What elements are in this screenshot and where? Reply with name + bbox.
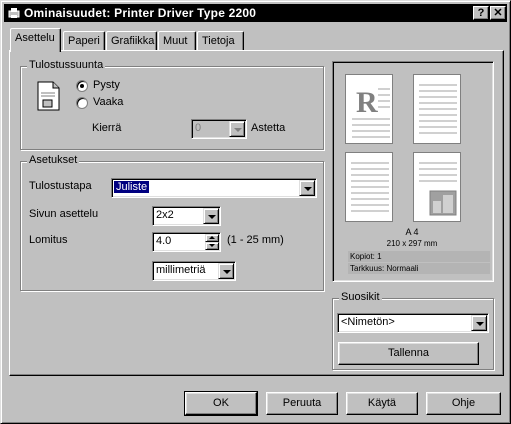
portrait-radio[interactable] — [76, 80, 88, 92]
tab-paperi[interactable]: Paperi — [63, 31, 105, 51]
portrait-page-icon — [37, 81, 60, 111]
landscape-label: Vaaka — [93, 96, 124, 108]
page-layout-select[interactable]: 2x2 — [152, 206, 221, 226]
overlap-spin-down[interactable] — [205, 242, 219, 250]
page-layout-dropdown-button[interactable] — [203, 208, 219, 224]
page-layout-label: Sivun asettelu — [29, 208, 99, 220]
chevron-down-icon — [208, 215, 216, 219]
favorites-select[interactable]: <Nimetön> — [337, 313, 489, 333]
favorites-value: <Nimetön> — [341, 316, 395, 328]
save-favorite-button[interactable]: Tallenna — [338, 342, 479, 365]
chevron-up-icon — [209, 236, 215, 239]
print-method-value: Juliste — [114, 181, 150, 193]
group-label: Tulostussuunta — [27, 59, 106, 71]
cancel-button[interactable]: Peruuta — [266, 392, 338, 415]
tab-tietoja[interactable]: Tietoja — [197, 31, 244, 51]
page-lines-icon — [419, 84, 457, 134]
print-method-label: Tulostustapa — [29, 180, 92, 192]
rotate-dropdown-button[interactable] — [229, 121, 245, 137]
tab-panel-asettelu: Tulostussuunta Pysty Vaaka Kierrä 0 Aste… — [9, 50, 504, 376]
overlap-value: 4.0 — [156, 235, 172, 247]
portrait-label: Pysty — [93, 79, 120, 91]
window-title: Ominaisuudet: Printer Driver Type 2200 — [24, 6, 257, 20]
tab-label: Asettelu — [15, 32, 55, 44]
help-title-button[interactable]: ? — [473, 6, 489, 20]
page-layout-value: 2x2 — [156, 209, 174, 221]
title-bar[interactable]: Ominaisuudet: Printer Driver Type 2200 ?… — [4, 4, 507, 22]
degrees-label: Astetta — [251, 122, 286, 134]
overlap-range-label: (1 - 25 mm) — [227, 234, 284, 246]
tab-asettelu[interactable]: Asettelu — [10, 28, 61, 52]
overlap-spinner[interactable]: 4.0 — [152, 232, 221, 252]
favorites-group: Suosikit <Nimetön> Tallenna — [332, 291, 494, 370]
unit-select[interactable]: millimetriä — [152, 261, 236, 281]
page-lines-icon — [351, 162, 389, 212]
chevron-down-icon — [234, 128, 242, 132]
tab-label: Grafiikka — [111, 35, 155, 47]
help-button[interactable]: Ohje — [426, 392, 501, 415]
overlap-label: Lomitus — [29, 234, 68, 246]
unit-value: millimetriä — [156, 264, 206, 276]
overlap-spin-up[interactable] — [205, 234, 219, 242]
chevron-down-icon — [209, 244, 215, 247]
tab-grafiikka[interactable]: Grafiikka — [106, 31, 157, 51]
chevron-down-icon — [223, 270, 231, 274]
properties-dialog: Ominaisuudet: Printer Driver Type 2200 ?… — [0, 0, 511, 424]
tab-label: Tietoja — [202, 35, 235, 47]
ok-button[interactable]: OK — [184, 391, 258, 416]
group-label: Suosikit — [339, 291, 382, 303]
preview-panel: R A 4 210 x 297 mm — [332, 61, 494, 282]
close-button[interactable]: ✕ — [490, 6, 506, 20]
orientation-group: Tulostussuunta Pysty Vaaka Kierrä 0 Aste… — [20, 59, 324, 150]
unit-dropdown-button[interactable] — [218, 263, 234, 279]
group-label: Asetukset — [27, 154, 80, 166]
apply-button[interactable]: Käytä — [346, 392, 418, 415]
tab-label: Muut — [163, 35, 188, 47]
preview-page-1: R — [345, 74, 393, 144]
print-method-dropdown-button[interactable] — [299, 180, 315, 196]
tab-muut[interactable]: Muut — [158, 31, 196, 51]
page-image-icon — [419, 162, 457, 216]
printer-icon — [8, 8, 20, 18]
copies-info: Kopiot: 1 — [348, 251, 490, 262]
rotate-combo[interactable]: 0 — [191, 119, 247, 139]
preview-page-2 — [413, 74, 461, 144]
chevron-down-icon — [476, 322, 484, 326]
page-r-icon: R — [352, 86, 390, 138]
chevron-down-icon — [304, 187, 312, 191]
preview-page-4 — [413, 152, 461, 222]
resolution-info: Tarkkuus: Normaali — [348, 263, 490, 274]
settings-group: Asetukset Tulostustapa Juliste Sivun ase… — [20, 154, 324, 291]
paper-name: A 4 — [405, 227, 419, 237]
tab-label: Paperi — [68, 35, 100, 47]
preview-page-3 — [345, 152, 393, 222]
svg-text:R: R — [356, 86, 378, 119]
rotate-label: Kierrä — [92, 122, 122, 134]
rotate-value: 0 — [195, 122, 202, 134]
print-method-select[interactable]: Juliste — [111, 178, 317, 198]
landscape-radio[interactable] — [76, 97, 88, 109]
favorites-dropdown-button[interactable] — [471, 315, 487, 331]
paper-size: 210 x 297 mm — [386, 239, 438, 248]
